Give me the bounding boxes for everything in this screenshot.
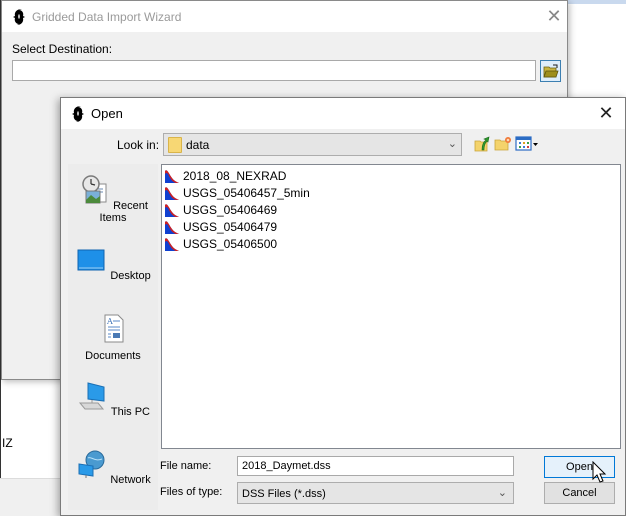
- files-of-type-value: DSS Files (*.dss): [242, 488, 326, 500]
- look-in-value: data: [186, 138, 210, 152]
- file-name-label: File name:: [160, 460, 212, 472]
- chevron-down-icon: ⌄: [447, 138, 457, 150]
- file-item[interactable]: USGS_05406457_5min: [164, 184, 310, 201]
- dss-file-icon: [165, 203, 179, 217]
- file-name-input[interactable]: 2018_Daymet.dss: [237, 456, 514, 476]
- destination-input[interactable]: [12, 60, 536, 81]
- file-name: USGS_05406457_5min: [183, 185, 310, 200]
- select-destination-label: Select Destination:: [12, 42, 113, 56]
- app-logo-icon: [13, 9, 25, 25]
- documents-icon: A: [104, 314, 124, 343]
- cancel-button[interactable]: Cancel: [544, 482, 615, 504]
- file-name: USGS_05406469: [183, 202, 278, 217]
- places-bar: Recent Items Desktop A Documents This PC…: [68, 164, 158, 510]
- file-name: 2018_08_NEXRAD: [183, 168, 287, 183]
- recent-items-icon: [82, 175, 107, 204]
- place-label: Network: [110, 474, 151, 486]
- open-dialog-titlebar[interactable]: Open ✕: [61, 98, 625, 129]
- place-network[interactable]: Network: [68, 448, 158, 486]
- view-menu-icon[interactable]: [515, 135, 539, 153]
- look-in-dropdown[interactable]: data ⌄: [163, 133, 462, 156]
- wizard-close-button[interactable]: ✕: [546, 7, 562, 25]
- desktop-icon: [77, 249, 105, 271]
- wizard-titlebar[interactable]: Gridded Data Import Wizard ✕: [2, 1, 567, 32]
- svg-text:A: A: [106, 317, 113, 326]
- file-item[interactable]: 2018_08_NEXRAD: [164, 167, 286, 184]
- place-label: Desktop: [110, 270, 151, 282]
- app-logo-icon: [72, 106, 84, 122]
- place-label: This PC: [110, 406, 150, 418]
- dss-file-icon: [165, 237, 179, 251]
- open-folder-icon: [542, 64, 559, 78]
- this-pc-icon: [78, 382, 105, 410]
- chevron-down-icon: ⌄: [497, 487, 507, 499]
- dss-file-icon: [165, 220, 179, 234]
- up-one-level-icon[interactable]: [473, 135, 491, 153]
- mouse-cursor-icon: [592, 461, 607, 483]
- open-dialog-close-button[interactable]: ✕: [597, 104, 615, 122]
- network-icon: [78, 450, 105, 478]
- new-folder-icon[interactable]: [494, 135, 512, 153]
- place-this-pc[interactable]: This PC: [68, 380, 158, 418]
- background-text-fragment: IZ: [2, 436, 13, 450]
- dss-file-icon: [165, 186, 179, 200]
- background-window-edge: [566, 0, 626, 4]
- place-label: Documents: [85, 350, 141, 362]
- look-in-label: Look in:: [117, 138, 160, 152]
- files-of-type-label: Files of type:: [160, 486, 223, 498]
- file-item[interactable]: USGS_05406479: [164, 218, 277, 235]
- open-dialog-title: Open: [91, 106, 123, 121]
- file-name: USGS_05406479: [183, 219, 278, 234]
- open-file-dialog: Open ✕ Look in: data ⌄ Recent Items Desk…: [60, 97, 626, 516]
- file-item[interactable]: USGS_05406469: [164, 201, 277, 218]
- place-documents[interactable]: A Documents: [68, 312, 158, 362]
- browse-destination-button[interactable]: [540, 60, 561, 82]
- file-name: USGS_05406500: [183, 236, 278, 251]
- place-recent-items[interactable]: Recent Items: [68, 174, 158, 224]
- wizard-title: Gridded Data Import Wizard: [32, 10, 182, 24]
- file-list[interactable]: 2018_08_NEXRAD USGS_05406457_5min USGS_0…: [161, 164, 621, 449]
- files-of-type-dropdown[interactable]: DSS Files (*.dss) ⌄: [237, 482, 514, 504]
- dss-file-icon: [165, 169, 179, 183]
- folder-icon: [168, 137, 182, 153]
- file-item[interactable]: USGS_05406500: [164, 235, 277, 252]
- place-desktop[interactable]: Desktop: [68, 244, 158, 282]
